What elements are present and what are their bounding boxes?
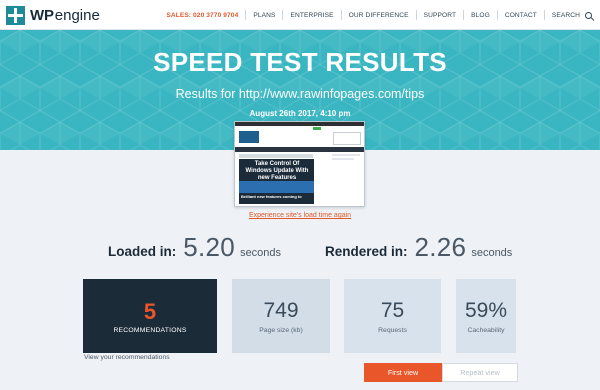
loaded-value: 5.20 [183, 232, 236, 262]
thumb-site-logo [239, 131, 259, 143]
view-recommendations-link[interactable]: View your recommendations [84, 354, 170, 361]
cacheability-label: Cacheability [467, 327, 505, 334]
nav-divider [463, 10, 465, 20]
nav-item-search[interactable]: SEARCH [552, 0, 592, 30]
nav-item-enterprise[interactable]: ENTERPRISE [290, 0, 333, 30]
nav-item-contact[interactable]: CONTACT [505, 0, 537, 30]
nav-item-blog[interactable]: BLOG [471, 0, 490, 30]
first-view-button[interactable]: First view [364, 363, 442, 382]
experience-load-time-link[interactable]: Experience site's load time again [0, 212, 600, 219]
rendered-label: Rendered in: [325, 244, 408, 259]
loaded-metric: Loaded in: 5.20 seconds [108, 232, 281, 264]
nav-divider [496, 10, 498, 20]
thumb-sidebar-line [332, 158, 354, 160]
nav-item-our-difference[interactable]: OUR DIFFERENCE [349, 0, 409, 30]
thumb-green-button [313, 127, 321, 130]
test-date: August 26th 2017, 4:10 pm [249, 109, 351, 118]
rendered-value: 2.26 [414, 232, 467, 262]
page-size-label: Page size (kb) [259, 327, 303, 334]
thumb-headline: Take Control Of Windows Update With new … [245, 161, 309, 181]
nav-divider [415, 10, 417, 20]
nav-divider [282, 10, 284, 20]
page-size-card: 749 Page size (kb) [232, 279, 330, 353]
thumb-breadcrumb [239, 154, 313, 158]
requests-value: 75 [380, 299, 405, 322]
loaded-label: Loaded in: [108, 244, 177, 259]
repeat-view-button[interactable]: Repeat view [442, 363, 518, 382]
page-title: SPEED TEST RESULTS [153, 47, 447, 77]
top-navbar: WP engine SALES: 020 3770 9704 PLANS ENT… [0, 0, 600, 30]
nav-item-plans[interactable]: PLANS [253, 0, 275, 30]
nav-divider [543, 10, 545, 20]
requests-label: Requests [378, 327, 407, 334]
logo-text-light: engine [54, 6, 100, 24]
thumb-feature-image: Take Control Of Windows Update With new … [239, 159, 314, 204]
nav-search-label: SEARCH [551, 11, 580, 19]
nav-sales-phone[interactable]: SALES: 020 3770 9704 [166, 0, 238, 30]
thumb-windows-banner [239, 181, 314, 193]
tested-url: Results for http://www.rawinfopages.com/… [175, 87, 425, 101]
recommendations-count: 5 [143, 299, 157, 324]
site-screenshot-thumbnail[interactable]: Take Control Of Windows Update With new … [234, 121, 365, 207]
wpengine-logo[interactable]: WP engine [6, 5, 100, 25]
search-icon [585, 11, 592, 19]
nav-divider [245, 10, 247, 20]
thumb-topbar [235, 122, 364, 126]
cacheability-value: 59% [464, 299, 508, 322]
recommendations-label: RECOMMENDATIONS [113, 327, 187, 334]
rendered-unit: seconds [471, 247, 513, 259]
thumb-sidebar-line [332, 154, 360, 156]
thumb-subline: Brilliant new features coming to [241, 194, 302, 199]
nav-links: SALES: 020 3770 9704 PLANS ENTERPRISE OU… [166, 0, 592, 30]
page-size-value: 749 [263, 299, 299, 322]
cacheability-card: 59% Cacheability [456, 279, 516, 353]
wpengine-logo-icon [6, 5, 25, 25]
rendered-metric: Rendered in: 2.26 seconds [325, 232, 512, 264]
recommendations-card[interactable]: 5 RECOMMENDATIONS [83, 279, 217, 353]
thumb-search-box [333, 132, 361, 145]
nav-divider [340, 10, 342, 20]
logo-text-bold: WP [30, 6, 54, 24]
loaded-unit: seconds [240, 247, 282, 259]
nav-item-support[interactable]: SUPPORT [424, 0, 456, 30]
thumb-site-nav [235, 147, 364, 152]
requests-card: 75 Requests [344, 279, 441, 353]
